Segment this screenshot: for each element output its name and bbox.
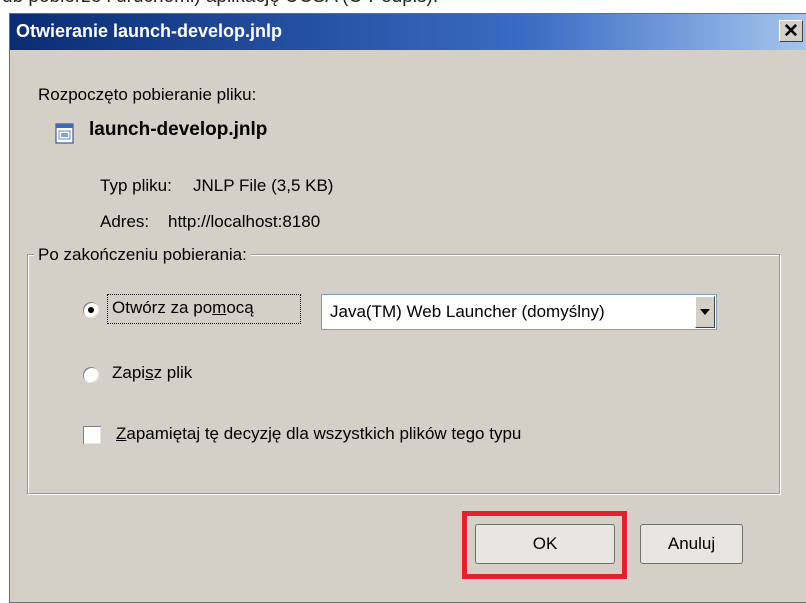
intro-label: Rozpoczęto pobieranie pliku:	[38, 85, 257, 104]
save-file-text-a: Zapi	[112, 363, 146, 382]
page-caption: ub pobierze i uruchomi) aplikację UCSA (…	[2, 0, 438, 8]
save-file-accel: s	[145, 363, 154, 382]
radio-dot	[88, 307, 94, 313]
remember-checkbox[interactable]	[83, 426, 101, 444]
save-file-label[interactable]: Zapisz plik	[112, 363, 192, 383]
app-select-value: Java(TM) Web Launcher (domyślny)	[330, 302, 605, 321]
address-label: Adres:	[100, 212, 150, 231]
remember-label[interactable]: Zapamiętaj tę decyzję dla wszystkich pli…	[116, 424, 521, 444]
dialog-title: Otwieranie launch-develop.jnlp	[16, 21, 283, 41]
file-type-value: JNLP File (3,5 KB)	[193, 176, 334, 195]
page-caption-strip: ub pobierze i uruchomi) aplikację UCSA (…	[0, 0, 806, 10]
save-file-text-b: z plik	[153, 363, 193, 382]
open-with-text-b: ocą	[226, 298, 254, 317]
app-select[interactable]: Java(TM) Web Launcher (domyślny)	[321, 294, 717, 330]
chevron-down-icon[interactable]	[695, 296, 715, 328]
open-with-accel: m	[212, 298, 227, 317]
open-with-text-a: Otwórz za po	[112, 298, 213, 317]
cancel-button[interactable]: Anuluj	[640, 524, 743, 564]
file-name: launch-develop.jnlp	[89, 119, 268, 140]
title-bar[interactable]: Otwieranie launch-develop.jnlp ✕	[10, 14, 806, 50]
ok-highlight-box	[462, 511, 627, 579]
remember-accel: Z	[116, 424, 127, 443]
address-value: http://localhost:8180	[168, 212, 321, 231]
group-legend: Po zakończeniu pobierania:	[34, 245, 251, 265]
save-file-radio[interactable]	[83, 367, 99, 383]
open-with-radio[interactable]	[83, 302, 99, 318]
remember-text: apamiętaj tę decyzję dla wszystkich plik…	[126, 424, 522, 443]
jnlp-file-icon	[55, 123, 74, 144]
close-button[interactable]: ✕	[779, 20, 803, 42]
open-with-label[interactable]: Otwórz za pomocą	[112, 298, 254, 318]
close-icon: ✕	[783, 20, 799, 42]
file-type-label: Typ pliku:	[100, 176, 172, 195]
